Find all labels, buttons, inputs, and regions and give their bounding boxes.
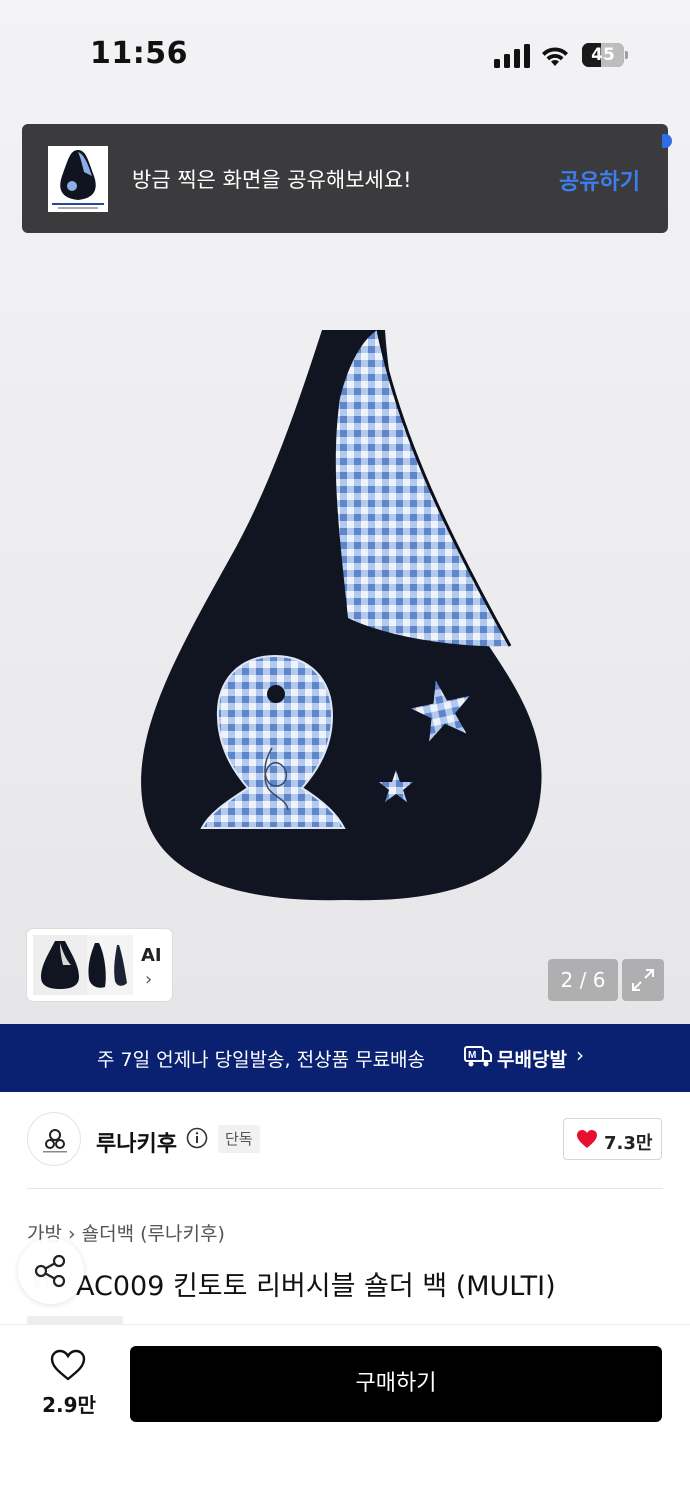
wifi-icon bbox=[542, 47, 568, 66]
brand-row: 루나키후 단독 7.3만 bbox=[0, 1110, 690, 1170]
expand-button[interactable] bbox=[622, 959, 664, 1001]
divider bbox=[27, 1188, 663, 1189]
info-icon[interactable] bbox=[186, 1127, 208, 1149]
fullscreen-expand-icon bbox=[632, 969, 654, 991]
ai-thumbnail-strip[interactable]: AI › bbox=[27, 929, 172, 1001]
chevron-right-icon: › bbox=[576, 1043, 584, 1067]
ai-label: AI bbox=[141, 945, 162, 966]
chevron-right-icon: › bbox=[145, 969, 153, 990]
product-image-gallery[interactable]: 11:56 45 방금 찍은 화면을 공유해보세요! 공유하기 AI › 2 /… bbox=[0, 0, 690, 1024]
image-counter: 2 / 6 bbox=[548, 959, 618, 1001]
svg-text:M: M bbox=[468, 1050, 476, 1061]
banner-badge: 무배당발 bbox=[497, 1049, 567, 1071]
heart-filled-icon bbox=[577, 1130, 597, 1148]
brand-logo-mark bbox=[43, 1129, 67, 1153]
delivery-truck-icon: M bbox=[464, 1046, 492, 1067]
bottom-action-bar: 2.9만 구매하기 bbox=[0, 1324, 690, 1500]
toast-message: 방금 찍은 화면을 공유해보세요! bbox=[132, 168, 412, 192]
screenshot-share-toast: 방금 찍은 화면을 공유해보세요! 공유하기 bbox=[22, 124, 668, 233]
status-bar: 11:56 45 bbox=[0, 0, 690, 110]
banner-text: 주 7일 언제나 당일발송, 전상품 무료배송 bbox=[97, 1049, 426, 1071]
product-photo-bag bbox=[141, 329, 542, 901]
brand-like-button[interactable]: 7.3만 bbox=[563, 1118, 662, 1160]
wishlist-count: 2.9만 bbox=[42, 1393, 96, 1417]
cellular-signal-icon bbox=[494, 44, 530, 68]
share-button[interactable] bbox=[18, 1238, 84, 1304]
brand-logo[interactable] bbox=[27, 1112, 81, 1166]
screenshot-thumbnail[interactable] bbox=[48, 146, 108, 212]
product-title: AC009 킨토토 리버시블 숄더 백 (MULTI) bbox=[76, 1271, 556, 1302]
wishlist-button[interactable]: 2.9만 bbox=[36, 1349, 102, 1419]
brand-name[interactable]: 루나키후 bbox=[96, 1126, 177, 1158]
notification-dot bbox=[662, 134, 672, 148]
heart-outline-icon bbox=[50, 1349, 86, 1381]
battery-icon: 45 bbox=[582, 43, 628, 67]
status-time: 11:56 bbox=[90, 36, 188, 71]
share-now-button[interactable]: 공유하기 bbox=[559, 164, 640, 196]
share-icon bbox=[34, 1254, 66, 1288]
exclusive-badge: 단독 bbox=[218, 1125, 260, 1153]
bag-thumbnails-image bbox=[33, 935, 133, 995]
brand-like-count: 7.3만 bbox=[604, 1133, 653, 1154]
battery-level: 45 bbox=[591, 45, 615, 65]
buy-button[interactable]: 구매하기 bbox=[130, 1346, 662, 1422]
free-shipping-banner[interactable]: 주 7일 언제나 당일발송, 전상품 무료배송 M 무배당발 › bbox=[0, 1024, 690, 1092]
